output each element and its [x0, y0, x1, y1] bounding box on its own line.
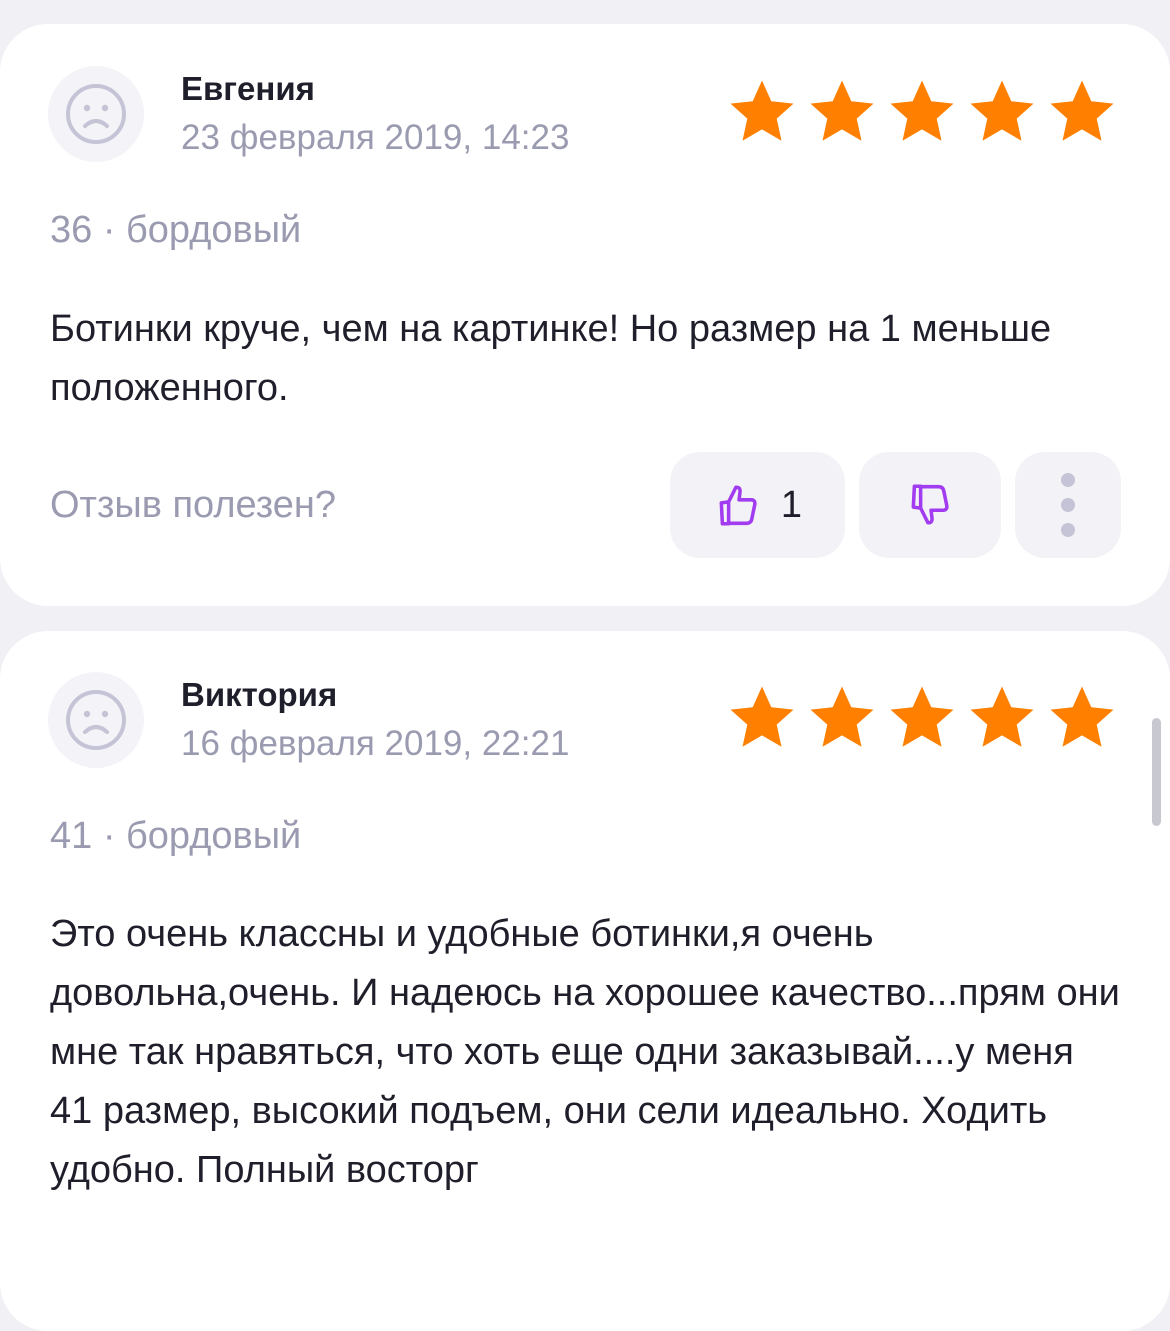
review-date: 16 февраля 2019, 22:21: [181, 724, 570, 763]
star-icon: [884, 682, 960, 754]
sad-face-icon: [66, 690, 126, 750]
avatar: [48, 66, 144, 162]
thumbs-up-icon: [719, 485, 757, 526]
review-date: 23 февраля 2019, 14:23: [181, 118, 570, 157]
star-icon: [1044, 76, 1120, 148]
star-icon: [804, 76, 880, 148]
star-icon: [1044, 682, 1120, 754]
sad-face-icon: [66, 84, 126, 144]
thumbs-down-icon: [911, 484, 949, 525]
avatar: [48, 672, 144, 768]
author-name: Виктория: [181, 676, 338, 713]
star-icon: [964, 682, 1040, 754]
review-card: Виктория 16 февраля 2019, 22:21 41 · бор…: [0, 631, 1170, 1331]
like-count: 1: [780, 483, 803, 526]
review-text: Ботинки круче, чем на картинке! Но разме…: [50, 308, 1052, 409]
scrollbar[interactable]: [1152, 718, 1161, 826]
more-vertical-icon: [1061, 473, 1075, 537]
author-name: Евгения: [181, 70, 315, 107]
rating-stars: [724, 76, 1120, 148]
star-icon: [964, 76, 1040, 148]
star-icon: [884, 76, 960, 148]
rating-stars: [724, 682, 1120, 754]
product-variant: 36 · бордовый: [50, 209, 302, 251]
dislike-button[interactable]: [859, 452, 1001, 558]
helpful-question: Отзыв полезен?: [50, 484, 337, 526]
review-text: Это очень классны и удобные ботинки,я оч…: [50, 913, 1120, 1191]
more-options-button[interactable]: [1015, 452, 1121, 558]
star-icon: [724, 76, 800, 148]
product-variant: 41 · бордовый: [50, 815, 302, 857]
like-button[interactable]: 1: [670, 452, 845, 558]
star-icon: [724, 682, 800, 754]
star-icon: [804, 682, 880, 754]
review-card: Евгения 23 февраля 2019, 14:23 36 · борд…: [0, 24, 1170, 606]
